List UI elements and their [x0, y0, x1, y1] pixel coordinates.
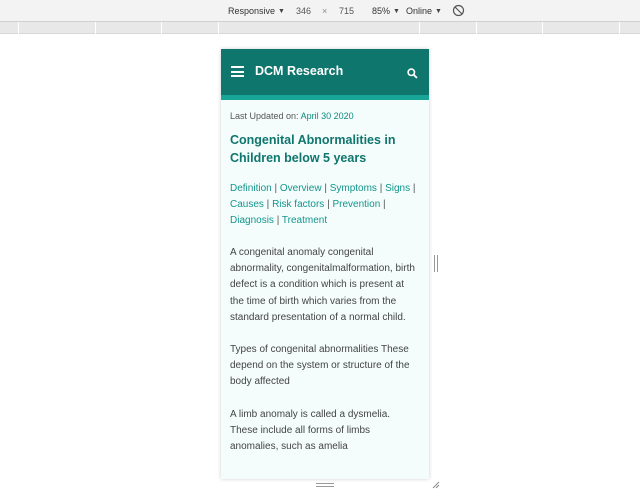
menu-icon[interactable]: [231, 66, 244, 77]
link-separator: |: [263, 199, 273, 210]
ruler-segment[interactable]: [219, 22, 420, 34]
section-link-signs[interactable]: Signs: [385, 183, 410, 194]
link-separator: |: [271, 183, 280, 194]
ruler-segment[interactable]: [19, 22, 96, 34]
ruler-segment[interactable]: [420, 22, 477, 34]
zoom-dropdown[interactable]: 85% ▼: [372, 5, 400, 17]
caret-down-icon: ▼: [278, 7, 285, 15]
search-icon[interactable]: [407, 68, 418, 79]
ruler-segment[interactable]: [96, 22, 162, 34]
device-toolbar: Responsive ▼ 346 × 715 85% ▼ Online ▼: [0, 0, 640, 22]
link-separator: |: [410, 183, 416, 194]
zoom-label: 85%: [372, 6, 391, 16]
section-link-risk-factors[interactable]: Risk factors: [272, 199, 324, 210]
last-updated: Last Updated on: April 30 2020: [230, 111, 420, 121]
ruler-segment[interactable]: [162, 22, 219, 34]
link-separator: |: [321, 183, 330, 194]
rotate-icon[interactable]: [452, 4, 465, 17]
updated-label: Last Updated on:: [230, 111, 299, 121]
media-query-bar[interactable]: [0, 22, 640, 34]
section-link-overview[interactable]: Overview: [280, 183, 322, 194]
article-title: Congenital Abnormalities in Children bel…: [230, 133, 396, 165]
device-mode-dropdown[interactable]: Responsive ▼: [228, 5, 285, 17]
device-mode-label: Responsive: [228, 6, 276, 16]
link-separator: |: [380, 199, 386, 210]
network-dropdown[interactable]: Online ▼: [406, 5, 442, 17]
paragraph: A congenital anomaly congenital abnormal…: [230, 247, 415, 323]
paragraph: A limb anomaly is called a dysmelia. The…: [230, 408, 391, 453]
section-link-symptoms[interactable]: Symptoms: [330, 183, 377, 194]
brand-title[interactable]: DCM Research: [255, 64, 343, 78]
app-bar: DCM Research: [221, 49, 429, 95]
section-link-diagnosis[interactable]: Diagnosis: [230, 215, 274, 226]
section-link-treatment[interactable]: Treatment: [282, 215, 327, 226]
ruler-segment[interactable]: [477, 22, 543, 34]
link-separator: |: [376, 183, 386, 194]
ruler-segment[interactable]: [543, 22, 620, 34]
device-viewport: DCM Research Last Updated on: April 30 2…: [221, 49, 429, 479]
section-link-prevention[interactable]: Prevention: [332, 199, 380, 210]
caret-down-icon: ▼: [393, 7, 400, 15]
section-link-causes[interactable]: Causes: [230, 199, 264, 210]
updated-date[interactable]: April 30 2020: [301, 111, 354, 121]
height-input[interactable]: 715: [339, 5, 354, 17]
ruler-segment[interactable]: [0, 22, 19, 34]
caret-down-icon: ▼: [435, 7, 442, 15]
paragraph: Types of congenital abnormalities These …: [230, 344, 410, 388]
resize-handle-corner[interactable]: [431, 480, 440, 489]
link-separator: |: [273, 215, 282, 226]
resize-handle-bottom[interactable]: [316, 483, 334, 487]
resize-handle-right[interactable]: [434, 255, 438, 272]
article: Last Updated on: April 30 2020 Congenita…: [221, 100, 429, 455]
width-input[interactable]: 346: [296, 5, 311, 17]
dimension-separator: ×: [322, 6, 328, 16]
ruler-segment[interactable]: [620, 22, 640, 34]
network-label: Online: [406, 6, 433, 16]
section-links: Definition | Overview | Symptoms | Signs…: [230, 181, 420, 229]
section-link-definition[interactable]: Definition: [230, 183, 272, 194]
